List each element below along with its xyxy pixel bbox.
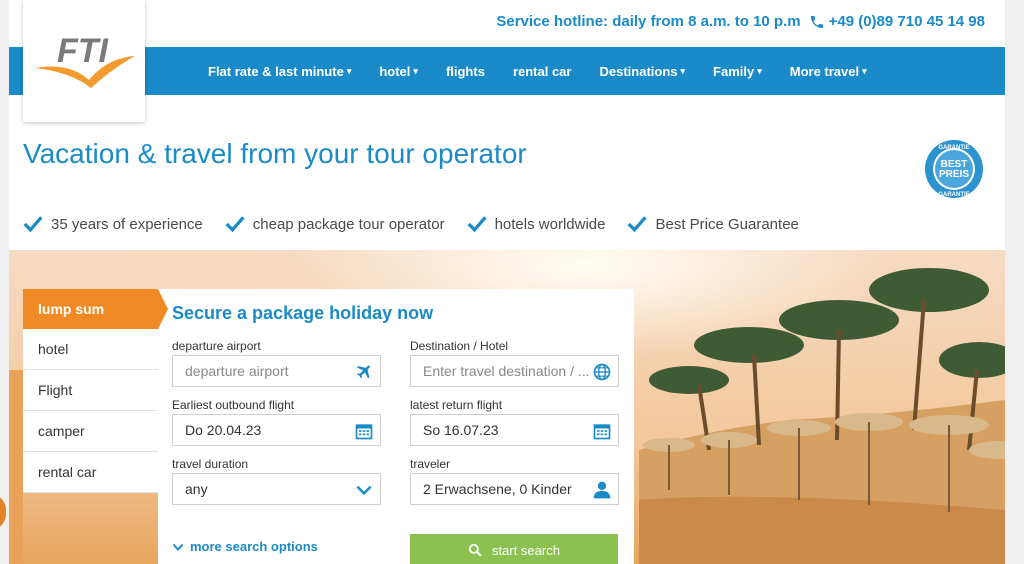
nav-item-label: Family bbox=[713, 63, 755, 79]
nav-item-label: rental car bbox=[512, 63, 572, 79]
departure-label: departure airport bbox=[172, 339, 261, 353]
usp-label: hotels worldwide bbox=[494, 215, 606, 233]
usp-list: 35 years of experience cheap package tour… bbox=[23, 215, 799, 233]
nav-items: Flat rate & last minute ▾ hotel ▾ flights ren… bbox=[194, 47, 881, 95]
departure-airport-input[interactable]: departure airport bbox=[172, 355, 381, 387]
fti-logo[interactable]: FTI bbox=[23, 0, 145, 122]
return-label: latest return flight bbox=[410, 398, 503, 412]
caret-down-icon: ▾ bbox=[680, 65, 686, 76]
svg-text:GARANTIE: GARANTIE bbox=[938, 145, 969, 151]
calendar-icon bbox=[355, 424, 373, 440]
travel-duration-select[interactable]: any bbox=[172, 473, 381, 505]
side-widget-tab[interactable] bbox=[0, 494, 6, 530]
main-navigation: Flat rate & last minute ▾ hotel ▾ flights ren… bbox=[9, 47, 1005, 95]
usp-item: cheap package tour operator bbox=[225, 215, 445, 233]
nav-item-hotel[interactable]: hotel ▾ bbox=[365, 64, 432, 79]
more-search-options-link[interactable]: more search options bbox=[172, 539, 318, 554]
page-title: Vacation & travel from your tour operato… bbox=[23, 138, 527, 169]
destination-label: Destination / Hotel bbox=[410, 339, 509, 353]
nav-item-flights[interactable]: flights bbox=[432, 64, 499, 79]
nav-item-destinations[interactable]: Destinations ▾ bbox=[585, 64, 699, 79]
phone-icon bbox=[810, 15, 823, 28]
calendar-icon bbox=[593, 424, 611, 440]
caret-down-icon: ▾ bbox=[346, 65, 352, 76]
checkmark-icon bbox=[23, 216, 43, 233]
usp-label: cheap package tour operator bbox=[252, 215, 445, 233]
nav-item-family[interactable]: Family ▾ bbox=[699, 64, 776, 79]
outbound-date-input[interactable]: Do 20.04.23 bbox=[172, 414, 381, 446]
duration-label: travel duration bbox=[172, 457, 249, 471]
nav-item-label: Flat rate & last minute bbox=[208, 63, 344, 79]
nav-item-flat-rate-last-minute[interactable]: Flat rate & last minute ▾ bbox=[194, 64, 365, 79]
nav-item-label: hotel bbox=[379, 63, 411, 79]
hero-section: lump sum hotel Flight camper rental car Secu… bbox=[9, 250, 1005, 564]
hotline-text: Service hotline: daily from 8 a.m. to 10… bbox=[496, 13, 801, 30]
usp-label: Best Price Guarantee bbox=[655, 215, 799, 233]
phone-link[interactable]: +49 (0)89 710 45 14 98 bbox=[809, 13, 985, 30]
airplane-icon bbox=[356, 365, 370, 379]
nav-item-rental-car[interactable]: rental car bbox=[499, 64, 586, 79]
caret-down-icon: ▾ bbox=[413, 65, 418, 76]
search-panel: Secure a package holiday now departure a… bbox=[158, 289, 634, 564]
product-tabs: lump sum hotel Flight camper rental car bbox=[23, 289, 168, 493]
tab-hotel[interactable]: hotel bbox=[23, 329, 158, 370]
traveler-label: traveler bbox=[410, 457, 451, 471]
person-icon bbox=[593, 481, 611, 499]
nav-item-label: flights bbox=[445, 63, 485, 79]
traveler-input[interactable]: 2 Erwachsene, 0 Kinder bbox=[410, 473, 619, 505]
tab-flight[interactable]: Flight bbox=[23, 370, 158, 411]
outbound-label: Earliest outbound flight bbox=[172, 398, 295, 412]
tab-rental-car[interactable]: rental car bbox=[23, 452, 158, 493]
nav-item-more-travel[interactable]: More travel ▾ bbox=[776, 64, 881, 79]
page: Service hotline: daily from 8 a.m. to 10… bbox=[9, 0, 1005, 564]
caret-down-icon: ▾ bbox=[862, 65, 867, 76]
logo-mark: FTI bbox=[35, 32, 135, 88]
destination-input[interactable]: Enter travel destination / ... bbox=[410, 355, 619, 387]
nav-item-label: Destinations bbox=[599, 63, 678, 79]
svg-text:GARANTIE: GARANTIE bbox=[938, 192, 969, 198]
globe-icon bbox=[593, 363, 611, 381]
search-panel-title: Secure a package holiday now bbox=[172, 303, 434, 323]
checkmark-icon bbox=[627, 216, 648, 233]
logo-text: FTI bbox=[57, 32, 110, 70]
usp-label: 35 years of experience bbox=[51, 215, 203, 233]
svg-text:PREIS: PREIS bbox=[939, 169, 969, 180]
phone-number: +49 (0)89 710 45 14 98 bbox=[828, 13, 985, 30]
service-hotline: Service hotline: daily from 8 a.m. to 10… bbox=[496, 13, 985, 30]
usp-item: hotels worldwide bbox=[467, 215, 606, 233]
checkmark-icon bbox=[225, 216, 245, 233]
nav-item-label: More travel bbox=[789, 63, 860, 79]
search-icon bbox=[468, 543, 482, 557]
usp-item: 35 years of experience bbox=[23, 215, 203, 233]
caret-down-icon: ▾ bbox=[757, 65, 762, 76]
best-price-badge: GARANTIE BEST PREIS GARANTIE bbox=[922, 137, 986, 201]
tab-lump-sum[interactable]: lump sum bbox=[23, 289, 168, 329]
chevron-down-icon bbox=[172, 543, 184, 551]
start-search-button[interactable]: start search bbox=[410, 534, 618, 564]
chevron-down-icon bbox=[356, 485, 372, 496]
checkmark-icon bbox=[467, 216, 487, 233]
return-date-input[interactable]: So 16.07.23 bbox=[410, 414, 619, 446]
tab-camper[interactable]: camper bbox=[23, 411, 158, 452]
usp-item: Best Price Guarantee bbox=[627, 215, 799, 233]
